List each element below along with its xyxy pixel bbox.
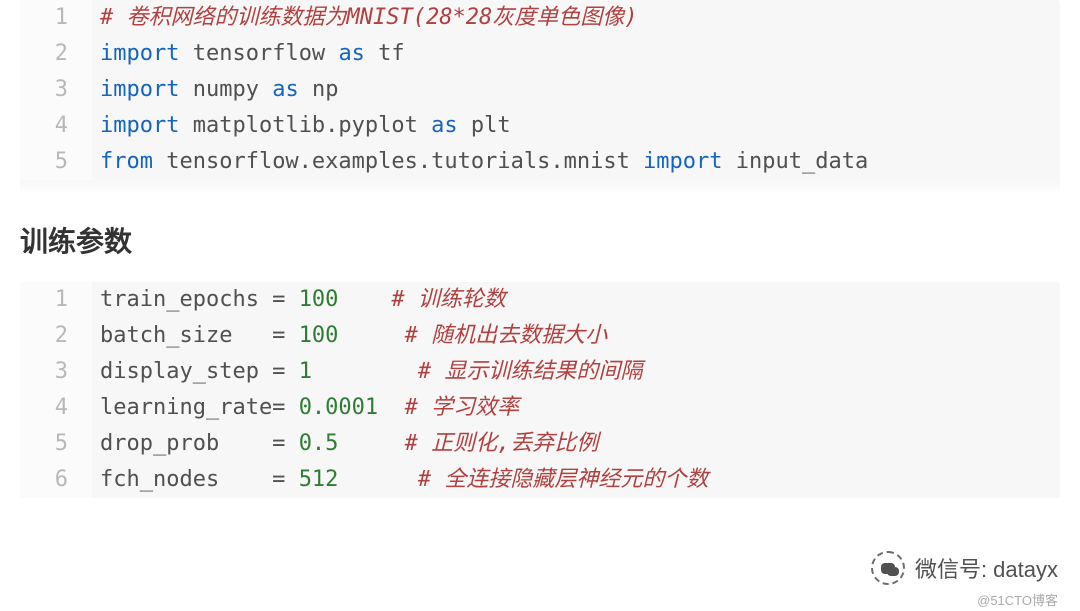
line-number: 2: [20, 318, 92, 354]
token-ident: [338, 431, 404, 456]
token-ident: [338, 287, 391, 312]
code-line: 5drop_prob = 0.5 # 正则化,丢弃比例: [20, 426, 1060, 462]
token-ident: fch_nodes =: [100, 467, 299, 492]
token-comment: # 随机出去数据大小: [405, 323, 608, 348]
token-ident: tensorflow.examples.tutorials.mnist: [153, 149, 643, 174]
code-lines-1: 1# 卷积网络的训练数据为MNIST(28*28灰度单色图像)2import t…: [20, 0, 1060, 180]
line-number: 3: [20, 354, 92, 390]
code-block-1: 1# 卷积网络的训练数据为MNIST(28*28灰度单色图像)2import t…: [20, 0, 1060, 192]
token-ident: np: [299, 77, 339, 102]
code-line: 6fch_nodes = 512 # 全连接隐藏层神经元的个数: [20, 462, 1060, 498]
token-num: 0.0001: [299, 395, 378, 420]
token-kw: import: [100, 77, 179, 102]
line-number: 5: [20, 144, 92, 180]
attribution-text: @51CTO博客: [977, 590, 1058, 609]
token-ident: tf: [365, 41, 405, 66]
token-ident: learning_rate=: [100, 395, 299, 420]
line-number: 4: [20, 108, 92, 144]
token-ident: matplotlib.pyplot: [179, 113, 431, 138]
code-content: from tensorflow.examples.tutorials.mnist…: [92, 144, 868, 180]
code-lines-2: 1train_epochs = 100 # 训练轮数2batch_size = …: [20, 282, 1060, 498]
code-content: display_step = 1 # 显示训练结果的间隔: [92, 354, 642, 390]
section-heading: 训练参数: [20, 220, 1060, 260]
line-number: 1: [20, 0, 92, 36]
code-content: drop_prob = 0.5 # 正则化,丢弃比例: [92, 426, 598, 462]
code-content: import tensorflow as tf: [92, 36, 405, 72]
token-ident: [338, 323, 404, 348]
token-kw: import: [100, 113, 179, 138]
line-number: 1: [20, 282, 92, 318]
token-ident: tensorflow: [179, 41, 338, 66]
line-number: 6: [20, 462, 92, 498]
token-num: 1: [299, 359, 312, 384]
code-line: 2import tensorflow as tf: [20, 36, 1060, 72]
line-number: 3: [20, 72, 92, 108]
token-num: 0.5: [299, 431, 339, 456]
code-content: batch_size = 100 # 随机出去数据大小: [92, 318, 607, 354]
token-num: 100: [299, 323, 339, 348]
code-line: 2batch_size = 100 # 随机出去数据大小: [20, 318, 1060, 354]
bubble-shape: [887, 567, 899, 576]
token-num: 100: [299, 287, 339, 312]
line-number: 4: [20, 390, 92, 426]
fade-divider: [20, 180, 1060, 192]
token-as: as: [431, 113, 458, 138]
code-content: import matplotlib.pyplot as plt: [92, 108, 511, 144]
token-comment: # 学习效率: [405, 395, 520, 420]
code-content: fch_nodes = 512 # 全连接隐藏层神经元的个数: [92, 462, 708, 498]
code-line: 3display_step = 1 # 显示训练结果的间隔: [20, 354, 1060, 390]
token-comment: # 训练轮数: [391, 287, 506, 312]
line-number: 2: [20, 36, 92, 72]
code-line: 1 # 卷积网络的训练数据为MNIST(28*28灰度单色图像): [20, 0, 1060, 36]
token-comment: # 显示训练结果的间隔: [418, 359, 643, 384]
code-content: learning_rate= 0.0001 # 学习效率: [92, 390, 519, 426]
code-content: import numpy as np: [92, 72, 338, 108]
code-block-2: 1train_epochs = 100 # 训练轮数2batch_size = …: [20, 282, 1060, 498]
token-as: as: [272, 77, 299, 102]
token-ident: batch_size =: [100, 323, 299, 348]
token-num: 512: [299, 467, 339, 492]
token-ident: plt: [458, 113, 511, 138]
line-number: 5: [20, 426, 92, 462]
token-ident: drop_prob =: [100, 431, 299, 456]
token-ident: [312, 359, 418, 384]
token-comment: # 全连接隐藏层神经元的个数: [418, 467, 709, 492]
token-kw: import: [643, 149, 722, 174]
code-content: train_epochs = 100 # 训练轮数: [92, 282, 506, 318]
code-line: 5from tensorflow.examples.tutorials.mnis…: [20, 144, 1060, 180]
token-ident: [338, 467, 417, 492]
watermark-text: 微信号: datayx: [915, 552, 1058, 584]
token-ident: numpy: [179, 77, 272, 102]
token-comment: # 卷积网络的训练数据为MNIST(28*28灰度单色图像): [100, 5, 637, 30]
wechat-icon: [871, 551, 905, 585]
token-kw: import: [100, 41, 179, 66]
token-comment: # 正则化,丢弃比例: [405, 431, 599, 456]
token-as: as: [338, 41, 365, 66]
token-ident: display_step =: [100, 359, 299, 384]
code-line: 3import numpy as np: [20, 72, 1060, 108]
token-ident: input_data: [723, 149, 869, 174]
wechat-watermark: 微信号: datayx: [871, 551, 1058, 585]
token-kw: from: [100, 149, 153, 174]
code-line: 1train_epochs = 100 # 训练轮数: [20, 282, 1060, 318]
token-ident: train_epochs =: [100, 287, 299, 312]
code-line: 4learning_rate= 0.0001 # 学习效率: [20, 390, 1060, 426]
token-ident: [378, 395, 405, 420]
code-line: 4import matplotlib.pyplot as plt: [20, 108, 1060, 144]
code-content: # 卷积网络的训练数据为MNIST(28*28灰度单色图像): [92, 0, 637, 36]
